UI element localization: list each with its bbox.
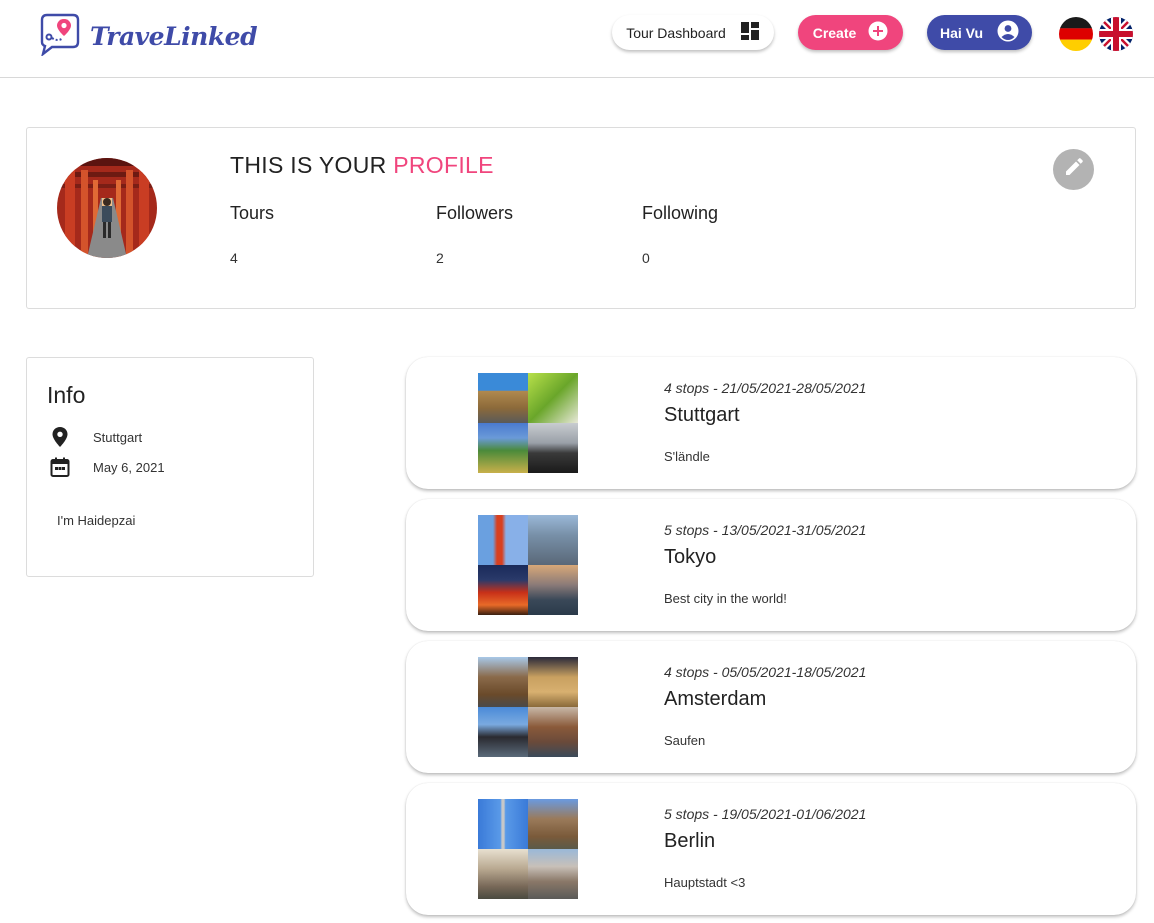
dashboard-icon: [740, 21, 760, 44]
profile-card: THIS IS YOUR PROFILE Tours 4 Followers 2…: [26, 127, 1136, 309]
tour-name: Amsterdam: [664, 688, 767, 710]
tour-thumbnail: [478, 799, 578, 899]
create-label: Create: [812, 24, 857, 41]
profile-title-prefix: THIS IS YOUR: [230, 152, 394, 178]
profile-title-accent: PROFILE: [393, 152, 494, 178]
tour-card-amsterdam[interactable]: 4 stops - 05/05/2021-18/05/2021 Amsterda…: [406, 641, 1136, 773]
stat-followers-label[interactable]: Followers: [436, 203, 513, 224]
account-circle-icon: [997, 20, 1019, 45]
create-button[interactable]: Create: [798, 15, 903, 50]
stat-following-value: 0: [642, 250, 650, 266]
german-flag-icon[interactable]: [1059, 17, 1093, 51]
user-menu-button[interactable]: Hai Vu: [927, 15, 1032, 50]
avatar[interactable]: [57, 158, 157, 258]
tour-dashboard-label: Tour Dashboard: [626, 24, 726, 41]
info-date: May 6, 2021: [93, 459, 165, 475]
tour-card-berlin[interactable]: 5 stops - 19/05/2021-01/06/2021 Berlin H…: [406, 783, 1136, 915]
logo-text: TraveLinked: [90, 22, 258, 51]
tour-thumbnail: [478, 515, 578, 615]
tour-card-stuttgart[interactable]: 4 stops - 21/05/2021-28/05/2021 Stuttgar…: [406, 357, 1136, 489]
info-bio: I'm Haidepzai: [57, 513, 136, 528]
info-date-row: May 6, 2021: [47, 456, 165, 478]
user-name-label: Hai Vu: [939, 24, 984, 41]
uk-flag-icon[interactable]: [1099, 17, 1133, 51]
tour-meta: 5 stops - 13/05/2021-31/05/2021: [664, 522, 867, 538]
page-title: THIS IS YOUR PROFILE: [230, 152, 494, 179]
tour-meta: 4 stops - 21/05/2021-28/05/2021: [664, 380, 867, 396]
tour-dashboard-button[interactable]: Tour Dashboard: [612, 15, 774, 50]
tour-name: Tokyo: [664, 546, 717, 568]
stat-followers-value: 2: [436, 250, 444, 266]
calendar-icon: [47, 456, 73, 478]
tour-name: Stuttgart: [664, 404, 740, 426]
pencil-icon: [1064, 157, 1084, 182]
stat-following-label[interactable]: Following: [642, 203, 718, 224]
tour-card-tokyo[interactable]: 5 stops - 13/05/2021-31/05/2021 Tokyo Be…: [406, 499, 1136, 631]
tour-description: Best city in the world!: [664, 591, 787, 606]
stat-tours-label: Tours: [230, 203, 275, 223]
tour-meta: 5 stops - 19/05/2021-01/06/2021: [664, 806, 867, 822]
logo[interactable]: TraveLinked: [36, 12, 258, 61]
info-location-row: Stuttgart: [47, 426, 142, 448]
info-title: Info: [47, 382, 86, 408]
logo-icon: [36, 12, 84, 61]
tour-description: S'ländle: [664, 449, 710, 464]
info-location: Stuttgart: [93, 429, 143, 445]
tour-name: Berlin: [664, 830, 716, 852]
info-card: Info Stuttgart May 6, 2021 I'm Haidepzai: [26, 357, 314, 577]
tour-description: Hauptstadt <3: [664, 875, 746, 890]
tour-meta: 4 stops - 05/05/2021-18/05/2021: [664, 664, 867, 680]
tour-thumbnail: [478, 373, 578, 473]
edit-profile-button[interactable]: [1053, 149, 1094, 190]
app-header: TraveLinked Tour Dashboard Create Hai Vu: [0, 0, 1154, 78]
tour-description: Saufen: [664, 733, 706, 748]
location-pin-icon: [47, 426, 73, 448]
add-circle-icon: [868, 21, 888, 44]
stat-tours-value: 4: [230, 250, 238, 266]
tour-thumbnail: [478, 657, 578, 757]
